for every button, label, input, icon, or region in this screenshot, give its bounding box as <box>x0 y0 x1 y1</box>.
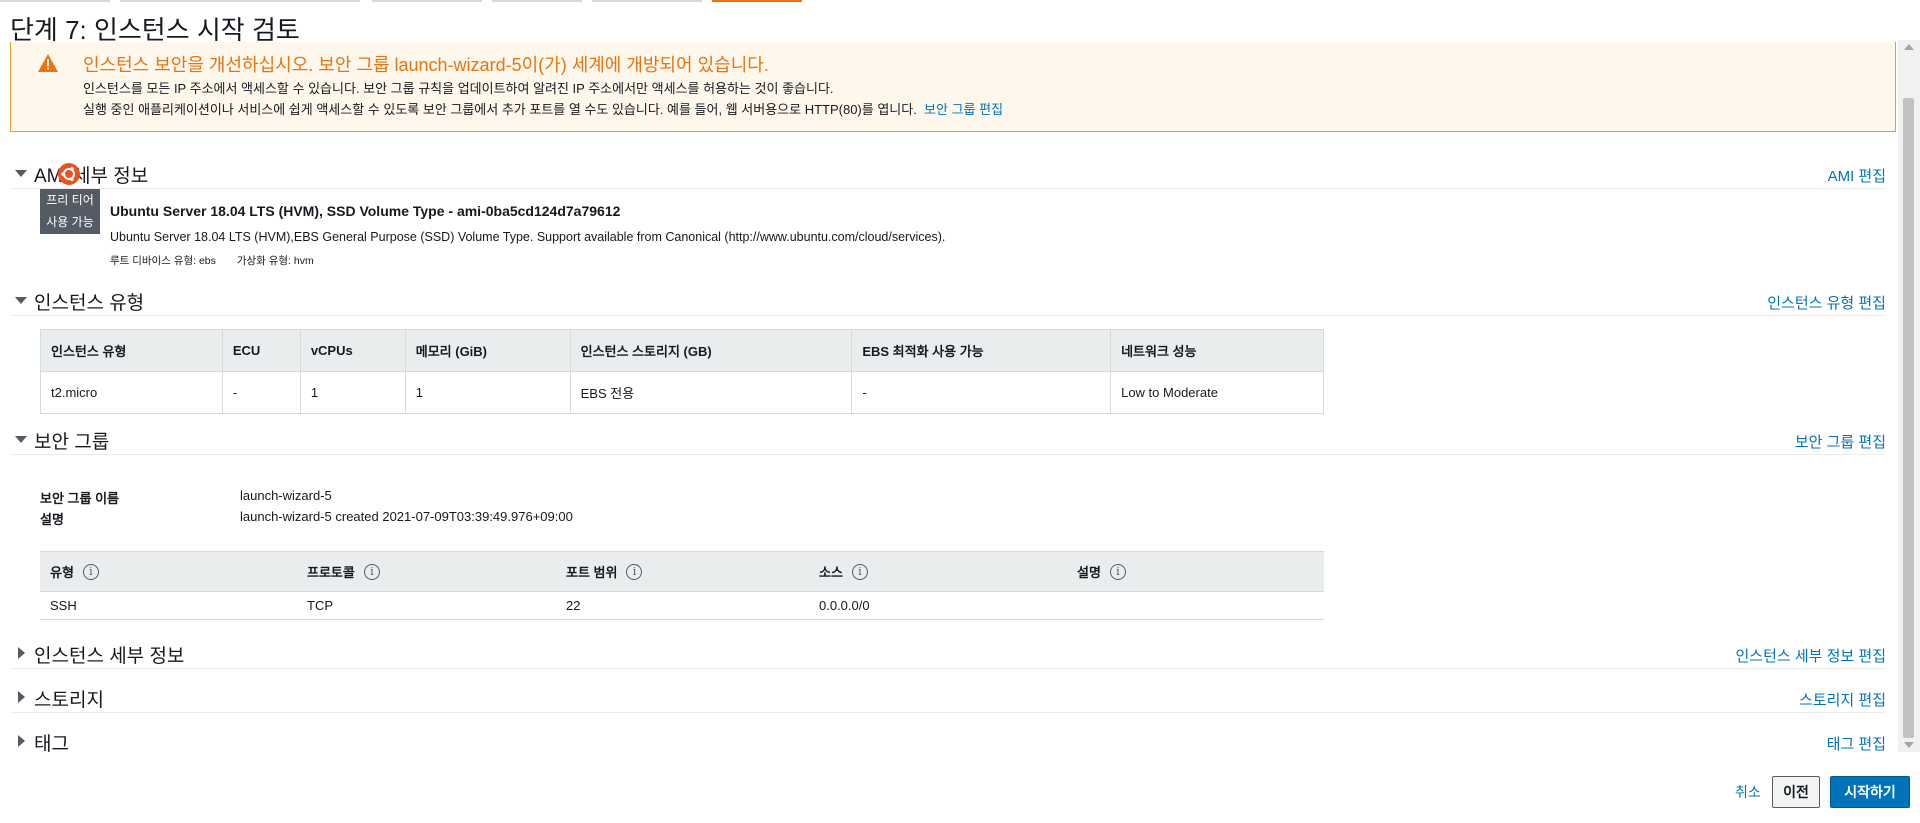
table-cell: - <box>851 371 1112 414</box>
edit-storage-link[interactable]: 스토리지 편집 <box>1799 689 1886 710</box>
launch-button[interactable]: 시작하기 <box>1830 776 1910 808</box>
caret-down-icon[interactable] <box>15 297 27 304</box>
wizard-tab[interactable] <box>372 0 482 2</box>
section-title: 태그 <box>34 734 69 752</box>
table-row: t2.micro - 1 1 EBS 전용 - Low to Moderate <box>40 371 1324 414</box>
caret-right-icon[interactable] <box>18 647 25 659</box>
warning-icon <box>38 54 58 72</box>
scrollbar-thumb[interactable] <box>1903 98 1914 738</box>
info-icon[interactable]: i <box>851 563 868 580</box>
edit-security-group-link[interactable]: 보안 그룹 편집 <box>1795 431 1886 452</box>
edit-instance-details-link[interactable]: 인스턴스 세부 정보 편집 <box>1735 645 1886 666</box>
table-header-row: 인스턴스 유형 ECU vCPUs 메모리 (GiB) 인스턴스 스토리지 (G… <box>40 329 1324 372</box>
column-header: EBS 최적화 사용 가능 <box>851 329 1112 372</box>
virtualization-type: 가상화 유형: hvm <box>236 255 314 267</box>
table-header-row: 유형 i 프로토콜 i 포트 범위 i 소스 i 설명 i <box>40 551 1324 592</box>
table-cell: 1 <box>404 371 571 414</box>
column-header: 소스 i <box>809 551 1067 592</box>
ami-meta: 루트 디바이스 유형: ebs 가상화 유형: hvm <box>110 253 314 268</box>
security-warning-box: 인스턴스 보안을 개선하십시오. 보안 그룹 launch-wizard-5이(… <box>10 42 1896 132</box>
caret-down-icon[interactable] <box>15 436 27 443</box>
previous-button[interactable]: 이전 <box>1772 776 1820 808</box>
edit-tags-link[interactable]: 태그 편집 <box>1827 733 1886 752</box>
wizard-tab-active[interactable] <box>712 0 802 2</box>
instance-details-section-header[interactable]: 인스턴스 세부 정보 인스턴스 세부 정보 편집 <box>10 639 1886 669</box>
caret-right-icon[interactable] <box>18 691 25 703</box>
caret-down-icon[interactable] <box>15 170 27 177</box>
scroll-down-arrow-icon[interactable] <box>1904 742 1914 748</box>
scroll-up-arrow-icon[interactable] <box>1904 44 1914 50</box>
ami-description: Ubuntu Server 18.04 LTS (HVM),EBS Genera… <box>110 230 946 244</box>
info-icon[interactable]: i <box>626 563 643 580</box>
wizard-tab[interactable] <box>120 0 360 2</box>
warning-title: 인스턴스 보안을 개선하십시오. 보안 그룹 launch-wizard-5이(… <box>83 55 769 75</box>
security-group-desc-value: launch-wizard-5 created 2021-07-09T03:39… <box>240 509 573 524</box>
table-cell: SSH <box>40 591 297 620</box>
ami-name: Ubuntu Server 18.04 LTS (HVM), SSD Volum… <box>110 203 621 219</box>
review-content: 인스턴스 보안을 개선하십시오. 보안 그룹 launch-wizard-5이(… <box>0 40 1898 752</box>
security-group-name-value: launch-wizard-5 <box>240 488 332 503</box>
wizard-tab[interactable] <box>592 0 702 2</box>
column-header: ECU <box>221 329 301 372</box>
root-device-type: 루트 디바이스 유형: ebs <box>110 255 216 267</box>
column-header: vCPUs <box>299 329 406 372</box>
table-row: SSH TCP 22 0.0.0.0/0 <box>40 591 1324 620</box>
vertical-scrollbar[interactable] <box>1898 40 1920 752</box>
security-group-section-header[interactable]: 보안 그룹 보안 그룹 편집 <box>10 425 1886 455</box>
table-cell: - <box>221 371 301 414</box>
security-group-rules-table: 유형 i 프로토콜 i 포트 범위 i 소스 i 설명 i SSH TCP 22 0.0.… <box>40 551 1324 620</box>
section-title: AMI 세부 정보 <box>34 166 149 187</box>
table-cell: 22 <box>556 591 809 620</box>
column-header: 유형 i <box>40 551 297 592</box>
wizard-tab[interactable] <box>492 0 582 2</box>
table-cell <box>1067 591 1324 620</box>
edit-ami-link[interactable]: AMI 편집 <box>1828 165 1886 186</box>
edit-security-group-link[interactable]: 보안 그룹 편집 <box>924 102 1003 117</box>
warning-text: 실행 중인 애플리케이션이나 서비스에 쉽게 액세스할 수 있도록 보안 그룹에… <box>83 102 1004 117</box>
tags-section-header[interactable]: 태그 태그 편집 <box>10 727 1886 752</box>
section-title: 스토리지 <box>34 690 104 711</box>
column-header: 포트 범위 i <box>556 551 809 592</box>
section-title: 인스턴스 유형 <box>34 293 145 314</box>
caret-right-icon[interactable] <box>18 735 25 747</box>
free-tier-badge: 프리 티어 사용 가능 <box>40 189 100 234</box>
info-icon[interactable]: i <box>82 563 99 580</box>
table-cell: 0.0.0.0/0 <box>809 591 1067 620</box>
table-cell: TCP <box>297 591 556 620</box>
cancel-link[interactable]: 취소 <box>1735 782 1761 802</box>
wizard-step-tabs <box>0 0 1920 2</box>
table-cell: Low to Moderate <box>1110 371 1324 414</box>
column-header: 네트워크 성능 <box>1110 329 1324 372</box>
instance-type-table: 인스턴스 유형 ECU vCPUs 메모리 (GiB) 인스턴스 스토리지 (G… <box>40 329 1324 414</box>
table-cell: t2.micro <box>40 371 223 414</box>
security-group-name-label: 보안 그룹 이름 <box>40 491 119 506</box>
table-cell: 1 <box>299 371 406 414</box>
edit-instance-type-link[interactable]: 인스턴스 유형 편집 <box>1767 292 1886 313</box>
column-header: 메모리 (GiB) <box>404 329 571 372</box>
section-title: 인스턴스 세부 정보 <box>34 646 185 667</box>
storage-section-header[interactable]: 스토리지 스토리지 편집 <box>10 683 1886 713</box>
column-header: 인스턴스 유형 <box>40 329 223 372</box>
warning-text: 인스턴스를 모든 IP 주소에서 액세스할 수 있습니다. 보안 그룹 규칙을 … <box>83 81 834 96</box>
ami-section-header[interactable]: AMI 세부 정보 AMI 편집 <box>10 159 1886 189</box>
column-header: 설명 i <box>1067 551 1324 592</box>
column-header: 프로토콜 i <box>297 551 556 592</box>
info-icon[interactable]: i <box>1109 563 1126 580</box>
security-group-desc-label: 설명 <box>40 512 64 527</box>
column-header: 인스턴스 스토리지 (GB) <box>569 329 853 372</box>
ubuntu-logo-icon <box>58 163 80 185</box>
info-icon[interactable]: i <box>363 563 380 580</box>
section-title: 보안 그룹 <box>34 432 110 453</box>
wizard-tab[interactable] <box>0 0 110 2</box>
instance-type-section-header[interactable]: 인스턴스 유형 인스턴스 유형 편집 <box>10 286 1886 316</box>
table-cell: EBS 전용 <box>569 371 853 414</box>
